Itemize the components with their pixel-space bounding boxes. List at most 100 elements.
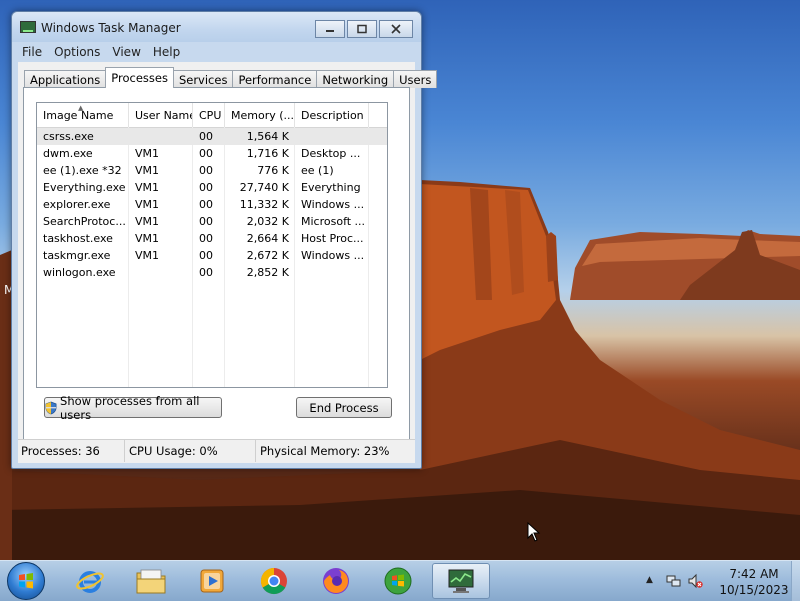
cell-description xyxy=(295,128,369,145)
table-row[interactable]: winlogon.exe 00 2,852 K xyxy=(37,264,387,281)
cell-description: Desktop ... xyxy=(301,147,361,160)
close-button[interactable] xyxy=(379,20,413,38)
network-icon[interactable] xyxy=(666,573,682,589)
taskbar-file-explorer[interactable] xyxy=(123,563,179,599)
taskbar-media-center[interactable] xyxy=(370,563,426,599)
cell-memory: 2,032 K xyxy=(246,215,289,228)
menu-view[interactable]: View xyxy=(106,45,146,59)
cell-image-name: taskmgr.exe xyxy=(43,249,111,262)
shield-icon xyxy=(45,401,57,414)
cell-user-name: VM1 xyxy=(135,198,160,211)
cell-cpu: 00 xyxy=(199,164,213,177)
cell-cpu: 00 xyxy=(199,198,213,211)
cell-memory: 27,740 K xyxy=(239,181,289,194)
menu-help[interactable]: Help xyxy=(147,45,186,59)
cell-memory: 2,852 K xyxy=(246,266,289,279)
end-process-button[interactable]: End Process xyxy=(296,397,392,418)
cell-user-name xyxy=(129,264,193,281)
table-row[interactable]: csrss.exe 00 1,564 K xyxy=(37,128,387,145)
cell-cpu: 00 xyxy=(199,215,213,228)
internet-explorer-icon xyxy=(76,571,104,593)
task-manager-window: Windows Task Manager File Options View H… xyxy=(11,11,438,469)
table-row[interactable]: taskmgr.exe VM1 00 2,672 K Windows ... xyxy=(37,247,387,264)
tab-users[interactable]: Users xyxy=(393,70,438,88)
tab-processes[interactable]: Processes xyxy=(105,67,174,88)
window-title: Windows Task Manager xyxy=(41,21,181,35)
title-bar[interactable]: Windows Task Manager xyxy=(12,12,421,42)
cell-user-name: VM1 xyxy=(135,181,160,194)
column-cpu[interactable]: CPU xyxy=(193,103,225,127)
cell-description: Microsoft ... xyxy=(301,215,366,228)
taskbar-firefox[interactable] xyxy=(308,563,364,599)
cell-user-name: VM1 xyxy=(135,215,160,228)
cell-description: Host Proc... xyxy=(301,232,364,245)
minimize-button[interactable] xyxy=(315,20,345,38)
cell-image-name: taskhost.exe xyxy=(43,232,113,245)
tab-services[interactable]: Services xyxy=(172,70,234,88)
tab-networking[interactable]: Networking xyxy=(316,70,395,88)
media-player-icon xyxy=(200,569,224,593)
clock-time: 7:42 AM xyxy=(729,567,779,581)
show-all-processes-label: Show processes from all users xyxy=(60,393,200,422)
cell-user-name: VM1 xyxy=(135,147,160,160)
show-hidden-icons-arrow-icon[interactable]: ▲ xyxy=(646,575,653,585)
task-manager-icon xyxy=(20,21,36,33)
process-list-header: Image Name User Name CPU Memory (... Des… xyxy=(37,103,387,128)
taskbar-internet-explorer[interactable] xyxy=(62,563,118,599)
menu-bar: File Options View Help xyxy=(16,42,417,61)
cell-cpu: 00 xyxy=(199,181,213,194)
cell-description: ee (1) xyxy=(301,164,334,177)
column-memory[interactable]: Memory (... xyxy=(225,103,295,127)
table-row[interactable]: taskhost.exe VM1 00 2,664 K Host Proc... xyxy=(37,230,387,247)
cell-memory: 2,672 K xyxy=(246,249,289,262)
start-button[interactable] xyxy=(7,562,45,600)
cell-image-name: SearchProtoc... xyxy=(43,215,126,228)
taskbar-media-player[interactable] xyxy=(184,563,240,599)
cell-image-name: csrss.exe xyxy=(43,130,94,143)
cell-description: Windows ... xyxy=(301,198,365,211)
table-row[interactable]: explorer.exe VM1 00 11,332 K Windows ... xyxy=(37,196,387,213)
cell-cpu: 00 xyxy=(199,249,213,262)
show-all-processes-button[interactable]: Show processes from all users xyxy=(44,394,222,422)
taskbar-task-manager[interactable] xyxy=(432,563,490,599)
cell-user-name: VM1 xyxy=(135,232,160,245)
firefox-icon xyxy=(323,568,349,594)
cell-image-name: Everything.exe xyxy=(43,181,126,194)
tab-applications[interactable]: Applications xyxy=(24,70,107,88)
menu-file[interactable]: File xyxy=(16,45,48,59)
table-row[interactable]: ee (1).exe *32 VM1 00 776 K ee (1) xyxy=(37,162,387,179)
cell-image-name: winlogon.exe xyxy=(43,266,116,279)
cell-cpu: 00 xyxy=(199,130,213,143)
taskbar: ▲ 7:42 AM 10/15/2023 xyxy=(0,560,800,601)
status-physical-memory: Physical Memory: 23% xyxy=(260,444,390,458)
cell-description xyxy=(295,264,369,281)
process-list[interactable]: Image Name User Name CPU Memory (... Des… xyxy=(36,102,388,388)
cell-memory: 11,332 K xyxy=(239,198,289,211)
windows-logo-icon xyxy=(19,573,33,589)
menu-options[interactable]: Options xyxy=(48,45,106,59)
task-manager-icon xyxy=(448,569,474,593)
column-user-name[interactable]: User Name xyxy=(129,103,193,127)
clock[interactable]: 7:42 AM 10/15/2023 xyxy=(714,566,794,598)
maximize-button[interactable] xyxy=(347,20,377,38)
cell-memory: 2,664 K xyxy=(246,232,289,245)
chrome-icon xyxy=(260,567,287,595)
cell-description: Everything xyxy=(301,181,361,194)
cell-user-name: VM1 xyxy=(135,164,160,177)
taskbar-chrome[interactable] xyxy=(246,563,302,599)
tab-performance[interactable]: Performance xyxy=(232,70,318,88)
table-row[interactable]: Everything.exe VM1 00 27,740 K Everythin… xyxy=(37,179,387,196)
minimize-icon xyxy=(326,30,334,32)
table-row[interactable]: SearchProtoc... VM1 00 2,032 K Microsoft… xyxy=(37,213,387,230)
tab-strip: Applications Processes Services Performa… xyxy=(24,67,438,88)
column-description[interactable]: Description xyxy=(295,103,369,127)
volume-muted-icon[interactable] xyxy=(687,573,703,589)
maximize-icon xyxy=(357,24,367,34)
cell-memory: 1,716 K xyxy=(246,147,289,160)
cell-memory: 776 K xyxy=(257,164,289,177)
system-tray: ▲ 7:42 AM 10/15/2023 xyxy=(640,561,800,601)
table-row[interactable]: dwm.exe VM1 00 1,716 K Desktop ... xyxy=(37,145,387,162)
cell-cpu: 00 xyxy=(199,147,213,160)
show-desktop-button[interactable] xyxy=(791,561,800,601)
close-icon xyxy=(391,24,401,34)
